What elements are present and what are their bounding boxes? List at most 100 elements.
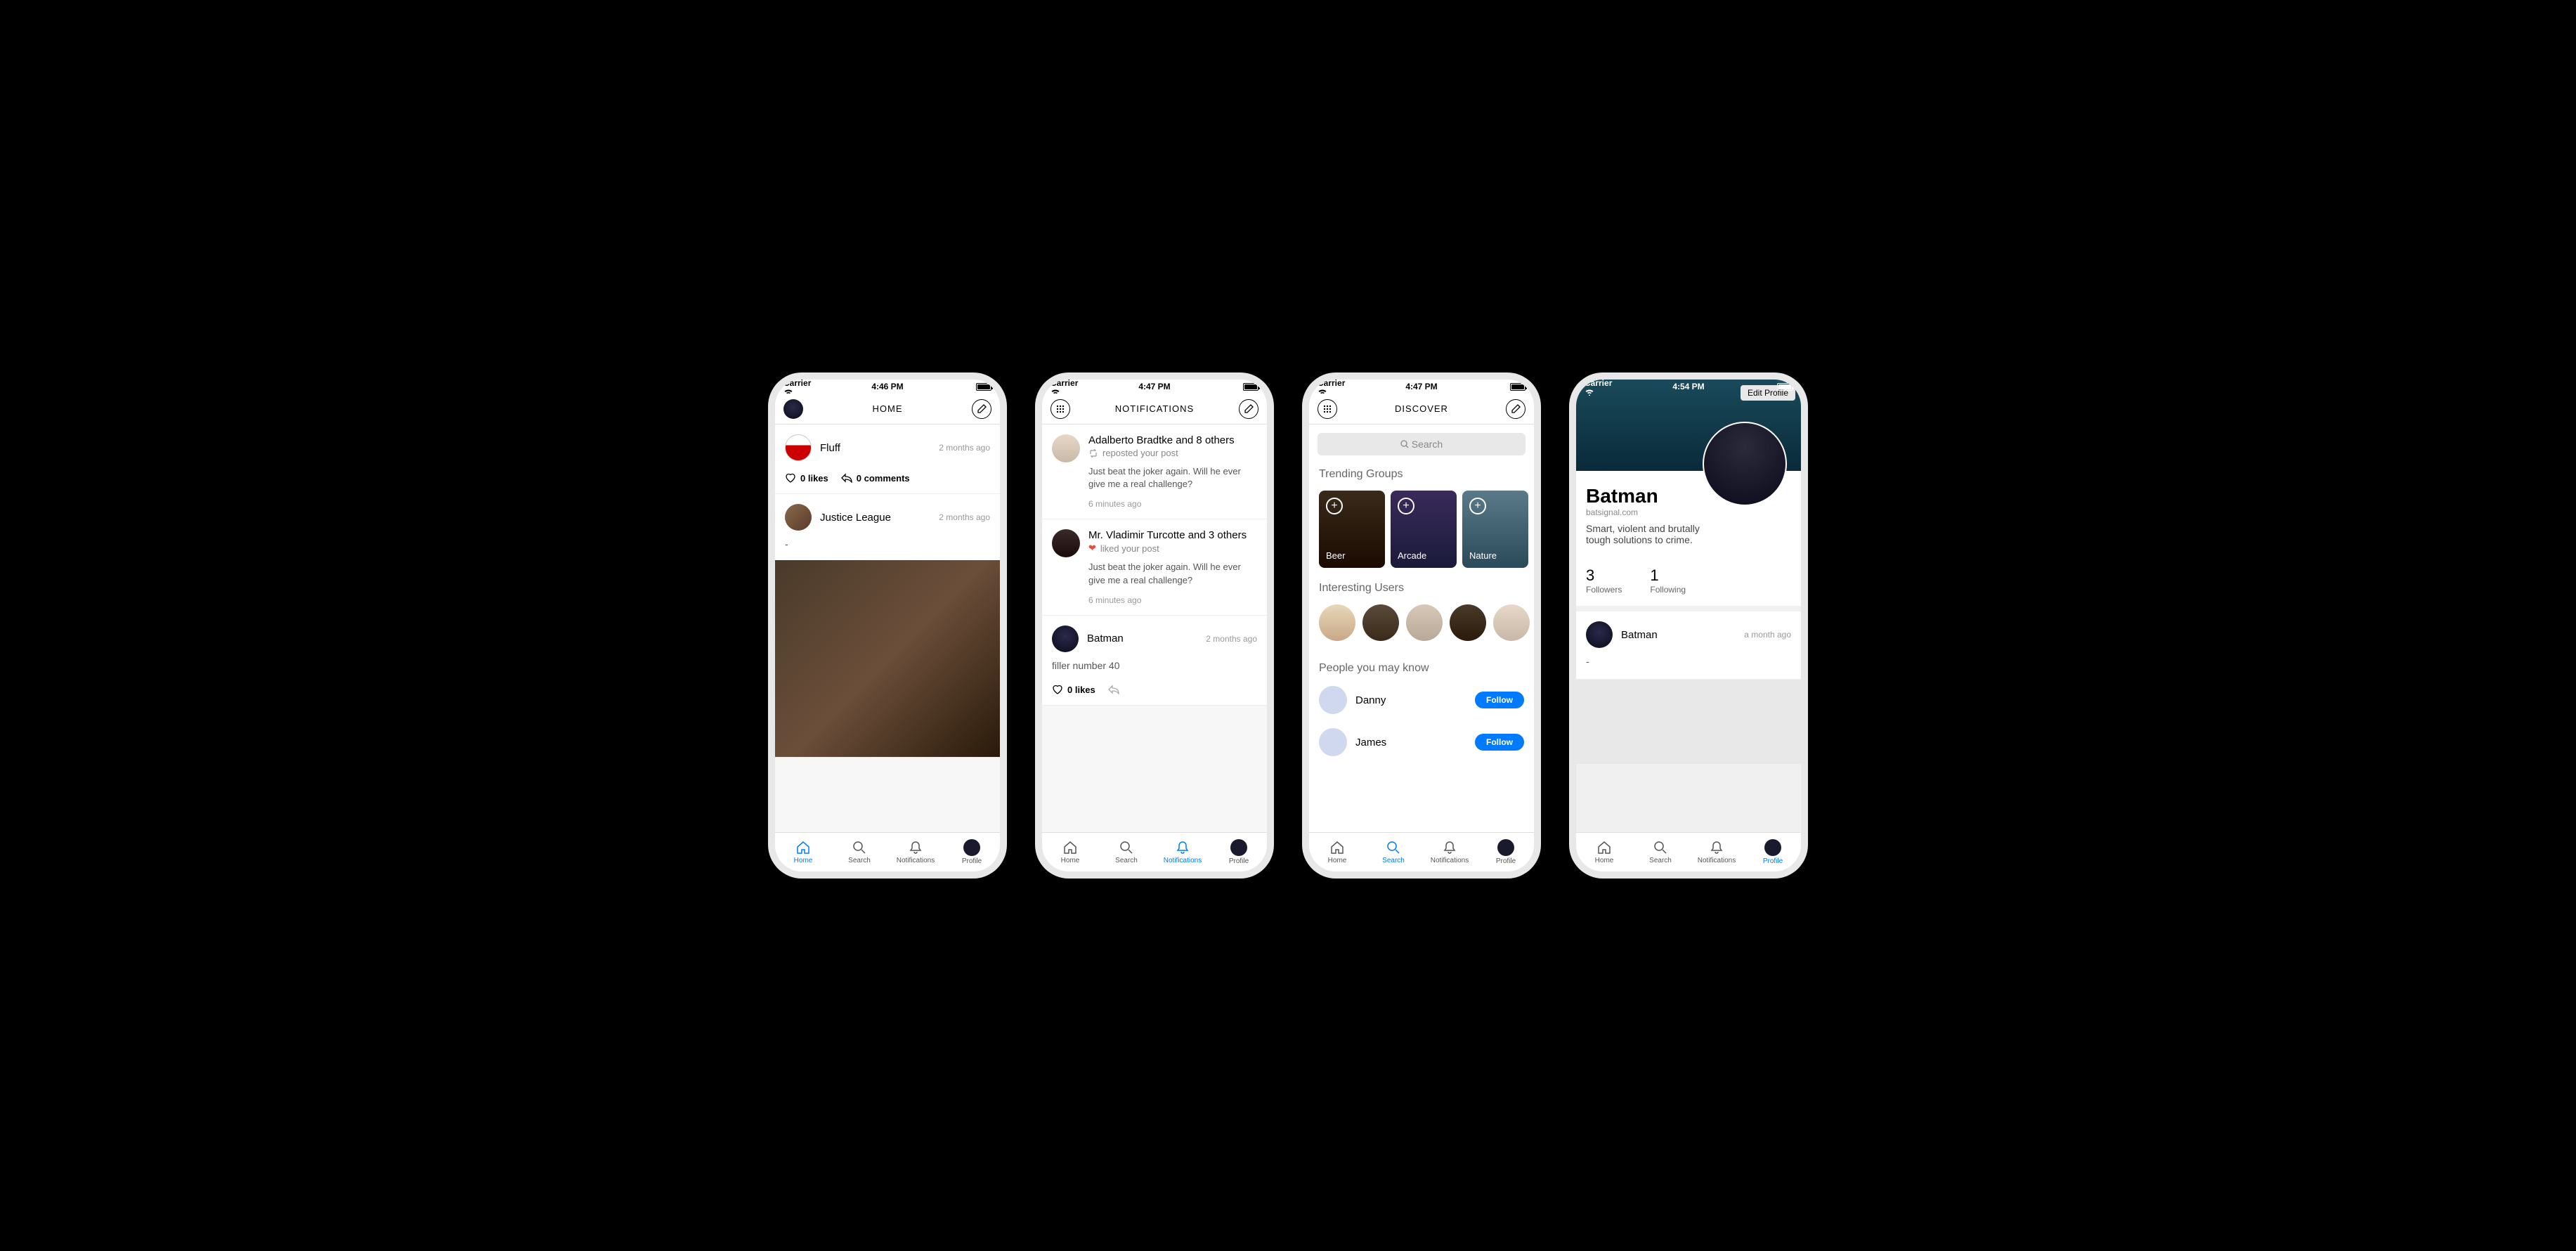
pymk-avatar[interactable]: [1319, 728, 1347, 756]
feed-content[interactable]: Fluff 2 months ago 0 likes 0 comments: [775, 424, 1000, 832]
add-group-icon[interactable]: +: [1398, 498, 1414, 514]
post-item[interactable]: Batman a month ago -: [1576, 611, 1801, 680]
tab-notifications[interactable]: Notifications: [1154, 833, 1211, 871]
user-avatar[interactable]: [1493, 604, 1530, 641]
profile-avatar[interactable]: [1703, 422, 1787, 506]
tab-bar: Home Search Notifications Profile: [1042, 832, 1267, 871]
group-card-arcade[interactable]: + Arcade: [1391, 491, 1457, 568]
post-avatar[interactable]: [1052, 626, 1079, 652]
status-time: 4:47 PM: [1138, 382, 1170, 391]
post-item[interactable]: Batman 2 months ago filler number 40 0 l…: [1042, 616, 1267, 706]
group-card-beer[interactable]: + Beer: [1319, 491, 1385, 568]
like-button[interactable]: 0 likes: [785, 472, 828, 484]
tab-notifications[interactable]: Notifications: [1422, 833, 1478, 871]
follow-button[interactable]: Follow: [1475, 692, 1524, 708]
battery-icon: [1243, 383, 1258, 391]
user-avatar[interactable]: [1450, 604, 1486, 641]
post-author: Justice League: [820, 512, 930, 524]
like-count: 0 likes: [1067, 685, 1095, 695]
post-body: -: [785, 538, 990, 552]
status-bar: Carrier 4:46 PM: [775, 380, 1000, 394]
post-item[interactable]: Fluff 2 months ago 0 likes 0 comments: [775, 424, 1000, 494]
interesting-users-row[interactable]: [1309, 599, 1534, 651]
post-author: Batman: [1087, 633, 1197, 644]
pymk-title: People you may know: [1309, 658, 1534, 679]
status-time: 4:46 PM: [871, 382, 903, 391]
tab-search[interactable]: Search: [1365, 833, 1422, 871]
followers-stat[interactable]: 3 Followers: [1586, 566, 1622, 595]
pymk-avatar[interactable]: [1319, 686, 1347, 714]
notifications-content[interactable]: Adalberto Bradtke and 8 others reposted …: [1042, 424, 1267, 832]
tab-profile[interactable]: Profile: [1745, 833, 1801, 871]
post-author: Batman: [1621, 629, 1736, 641]
post-avatar[interactable]: [785, 504, 812, 531]
tab-home[interactable]: Home: [775, 833, 831, 871]
notif-action: reposted your post: [1102, 448, 1178, 458]
add-group-icon[interactable]: +: [1326, 498, 1343, 514]
post-avatar[interactable]: [785, 434, 812, 461]
tab-search[interactable]: Search: [1098, 833, 1154, 871]
user-avatar[interactable]: [1319, 604, 1355, 641]
compose-button[interactable]: [972, 399, 991, 419]
user-avatar[interactable]: [1362, 604, 1399, 641]
trending-groups-row[interactable]: + Beer + Arcade + Nature: [1309, 485, 1534, 578]
notif-avatar[interactable]: [1052, 434, 1080, 462]
tab-search[interactable]: Search: [831, 833, 887, 871]
tab-home[interactable]: Home: [1576, 833, 1632, 871]
following-stat[interactable]: 1 Following: [1650, 566, 1686, 595]
tab-profile[interactable]: Profile: [1478, 833, 1534, 871]
notification-item[interactable]: Mr. Vladimir Turcotte and 3 others ❤ lik…: [1042, 519, 1267, 615]
tab-notifications[interactable]: Notifications: [887, 833, 944, 871]
phone-notifications: Carrier 4:47 PM NOTIFICATIONS Adalberto …: [1035, 372, 1274, 879]
grid-menu-button[interactable]: [1318, 399, 1337, 419]
tab-profile[interactable]: Profile: [1211, 833, 1267, 871]
notif-content: Just beat the joker again. Will he ever …: [1088, 561, 1257, 586]
battery-icon: [1777, 383, 1793, 391]
notification-item[interactable]: Adalberto Bradtke and 8 others reposted …: [1042, 424, 1267, 519]
tab-home[interactable]: Home: [1309, 833, 1365, 871]
share-button[interactable]: [1108, 685, 1119, 694]
notif-avatar[interactable]: [1052, 529, 1080, 557]
status-bar: Carrier 4:47 PM: [1042, 380, 1267, 394]
tab-profile[interactable]: Profile: [944, 833, 1000, 871]
user-avatar[interactable]: [1406, 604, 1443, 641]
status-time: 4:47 PM: [1405, 382, 1437, 391]
profile-tab-avatar: [1764, 839, 1781, 856]
battery-icon: [1510, 383, 1526, 391]
profile-tab-avatar: [1230, 839, 1247, 856]
group-card-nature[interactable]: + Nature: [1462, 491, 1528, 568]
post-avatar[interactable]: [1586, 621, 1613, 648]
grid-menu-button[interactable]: [1050, 399, 1070, 419]
profile-url[interactable]: batsignal.com: [1586, 507, 1791, 517]
user-avatar-button[interactable]: [783, 399, 803, 419]
tab-home[interactable]: Home: [1042, 833, 1098, 871]
status-bar: Carrier 4:47 PM: [1309, 380, 1534, 394]
phone-discover: Carrier 4:47 PM DISCOVER Search Trending…: [1302, 372, 1541, 879]
heart-icon: ❤: [1088, 543, 1096, 554]
tab-notifications[interactable]: Notifications: [1689, 833, 1745, 871]
notif-title: Adalberto Bradtke and 8 others: [1088, 434, 1257, 446]
empty-space: [1576, 680, 1801, 764]
post-time: 2 months ago: [939, 512, 990, 522]
notif-time: 6 minutes ago: [1088, 499, 1257, 509]
discover-content[interactable]: Search Trending Groups + Beer + Arcade +…: [1309, 424, 1534, 832]
like-button[interactable]: 0 likes: [1052, 684, 1095, 695]
search-input[interactable]: Search: [1318, 433, 1526, 455]
tab-search[interactable]: Search: [1632, 833, 1689, 871]
post-item[interactable]: Justice League 2 months ago -: [775, 494, 1000, 758]
tab-bar: Home Search Notifications Profile: [1576, 832, 1801, 871]
pymk-item[interactable]: James Follow: [1309, 721, 1534, 763]
like-count: 0 likes: [800, 473, 828, 484]
post-image[interactable]: [775, 560, 1000, 757]
pymk-item[interactable]: Danny Follow: [1309, 679, 1534, 721]
compose-button[interactable]: [1506, 399, 1526, 419]
comment-button[interactable]: 0 comments: [841, 473, 910, 484]
follow-button[interactable]: Follow: [1475, 734, 1524, 751]
compose-button[interactable]: [1239, 399, 1258, 419]
tab-bar: Home Search Notifications Profile: [775, 832, 1000, 871]
add-group-icon[interactable]: +: [1469, 498, 1486, 514]
profile-stats: 3 Followers 1 Following: [1576, 555, 1801, 606]
profile-content[interactable]: Edit Profile Batman batsignal.com Smart,…: [1576, 380, 1801, 832]
notif-content: Just beat the joker again. Will he ever …: [1088, 465, 1257, 491]
profile-tab-avatar: [1497, 839, 1514, 856]
